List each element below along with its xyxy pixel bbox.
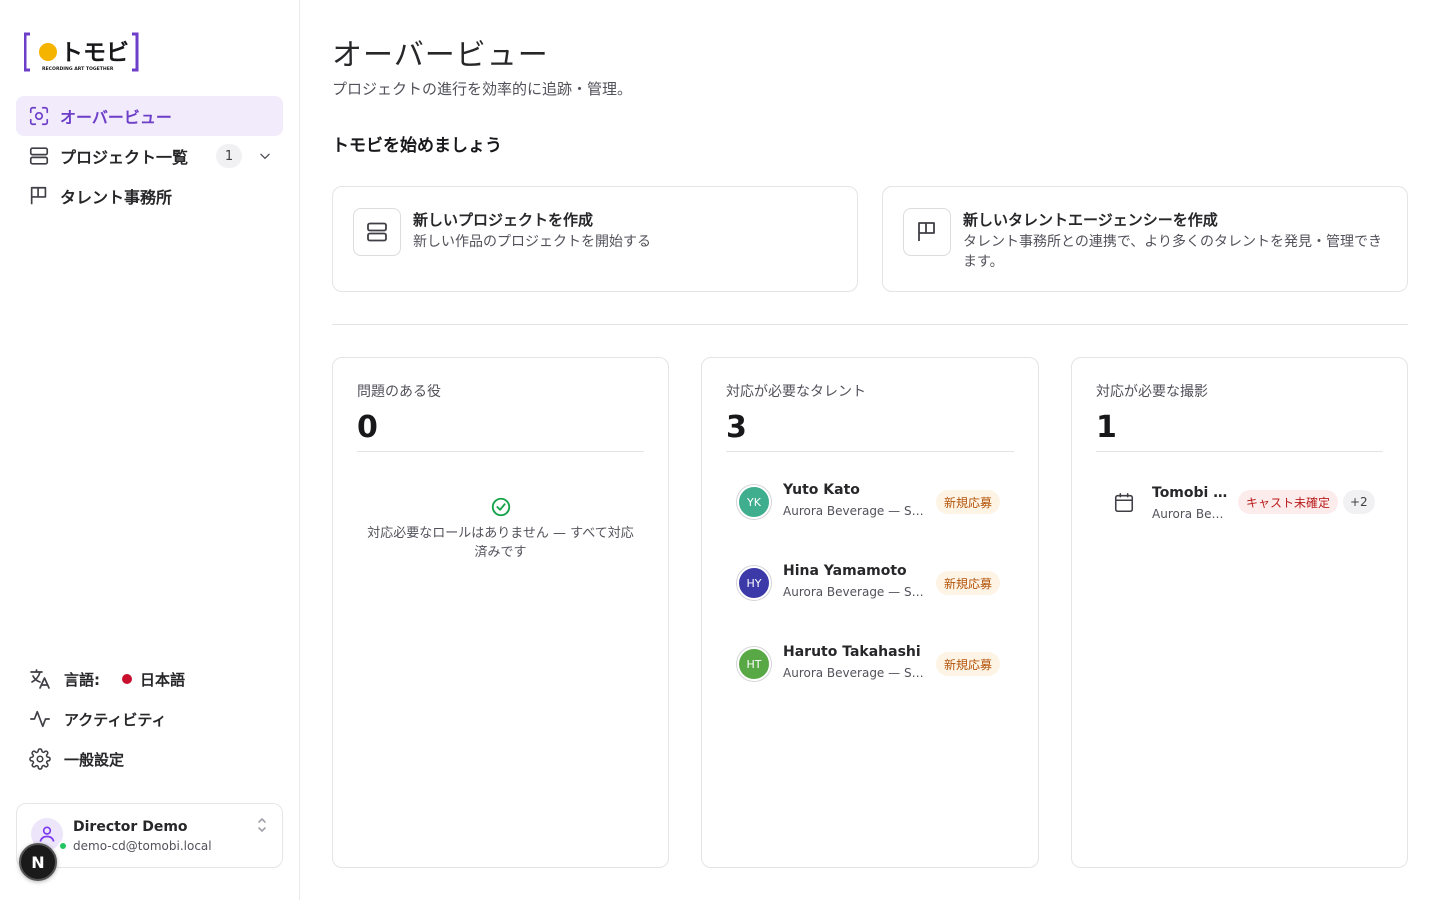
nav-item-projects[interactable]: プロジェクト一覧 1 [16,136,283,176]
status-badge: 新規応募 [936,490,1001,514]
check-circle-icon [490,496,512,518]
nav-label: タレント事務所 [60,188,173,207]
shoots-attention-card: 対応が必要な撮影 1 Tomobi … Aurora Bev… キャスト未確定 … [1071,357,1408,868]
more-badges-count: +2 [1343,490,1375,514]
status-badge: キャスト未確定 [1238,490,1339,514]
language-selector[interactable]: 言語: 日本語 [28,665,185,693]
projects-icon [28,145,50,167]
talent-name: Yuto Kato [783,482,860,498]
settings-link[interactable]: 一般設定 [28,745,124,773]
user-name: Director Demo [73,819,188,835]
user-email: demo-cd@tomobi.local [73,839,212,853]
empty-state-text: 対応必要なロールはありません — すべて対応済みです [367,526,634,560]
stat-label: 対応が必要な撮影 [1096,384,1208,400]
problem-roles-card: 問題のある役 0 対応必要なロールはありません — すべて対応済みです [332,357,669,868]
stat-label: 問題のある役 [357,384,441,400]
avatar: HY [737,566,771,600]
stat-divider [357,451,644,452]
calendar-icon [1113,492,1135,514]
activity-label: アクティビティ [64,710,167,729]
brand-logo[interactable]: トモビ RECORDING ART TOGETHER [23,32,140,72]
settings-label: 一般設定 [64,750,125,769]
language-label: 言語: [64,670,100,689]
action-title: 新しいプロジェクトを作成 [413,211,594,229]
japan-flag-icon [122,674,132,684]
talents-attention-card: 対応が必要なタレント 3 YK Yuto Kato Aurora Beverag… [701,357,1039,868]
action-description: 新しい作品のプロジェクトを開始する [413,234,651,250]
online-status-dot [58,841,68,851]
gear-icon [28,747,52,771]
empty-state: 対応必要なロールはありません — すべて対応済みです [363,496,638,562]
svg-text:トモビ: トモビ [60,40,129,66]
flag-icon [28,185,50,207]
sidebar: トモビ RECORDING ART TOGETHER オーバービュー プロジェク… [0,0,300,900]
nav-label: オーバービュー [60,108,172,127]
talent-project: Aurora Beverage — Sp… [783,504,925,518]
avatar: YK [737,485,771,519]
project-count-badge: 1 [216,144,243,168]
projects-icon [353,208,401,256]
activity-link[interactable]: アクティビティ [28,705,166,733]
talent-row[interactable]: YK Yuto Kato Aurora Beverage — Sp… 新規応募 [726,474,1014,534]
action-title: 新しいタレントエージェンシーを作成 [963,211,1218,229]
talent-project: Aurora Beverage — Sp… [783,666,925,680]
activity-icon [28,707,52,731]
status-badge: 新規応募 [936,652,1001,676]
chevrons-up-down-icon[interactable] [256,816,268,834]
status-badge: 新規応募 [936,571,1001,595]
talent-row[interactable]: HY Hina Yamamoto Aurora Beverage — Sp… 新… [726,555,1014,615]
nav-label: プロジェクト一覧 [60,148,189,167]
shoot-row[interactable]: Tomobi … Aurora Bev… キャスト未確定 +2 [1096,478,1383,528]
stat-value: 0 [357,410,378,445]
create-project-card[interactable]: 新しいプロジェクトを作成 新しい作品のプロジェクトを開始する [332,186,858,292]
talent-project: Aurora Beverage — Sp… [783,585,925,599]
talent-row[interactable]: HT Haruto Takahashi Aurora Beverage — Sp… [726,636,1014,696]
stat-value: 3 [726,410,747,445]
chevron-down-icon[interactable] [258,149,272,163]
shoot-project: Aurora Bev… [1152,507,1228,521]
flag-icon [903,208,951,256]
page-title: オーバービュー [332,38,549,73]
nav-item-overview[interactable]: オーバービュー [16,96,283,136]
stat-label: 対応が必要なタレント [726,384,866,400]
language-value: 日本語 [140,670,186,689]
translate-icon [28,667,52,691]
stat-divider [1096,451,1383,452]
talent-name: Haruto Takahashi [783,644,921,660]
create-agency-card[interactable]: 新しいタレントエージェンシーを作成 タレント事務所との連携で、より多くのタレント… [882,186,1408,292]
section-divider [332,324,1408,325]
overview-icon [28,105,50,127]
action-description: タレント事務所との連携で、より多くのタレントを発見・管理できます。 [963,234,1383,270]
talent-name: Hina Yamamoto [783,563,907,579]
getting-started-title: トモビを始めましょう [332,136,502,156]
stat-value: 1 [1096,410,1117,445]
nav-item-talent-agencies[interactable]: タレント事務所 [16,176,283,216]
avatar: HT [737,647,771,681]
svg-text:RECORDING ART TOGETHER: RECORDING ART TOGETHER [42,66,114,72]
page-subtitle: プロジェクトの進行を効率的に追跡・管理。 [332,80,633,98]
dev-tools-badge[interactable]: N [19,843,57,881]
shoot-name: Tomobi … [1152,485,1228,501]
stat-divider [726,451,1014,452]
